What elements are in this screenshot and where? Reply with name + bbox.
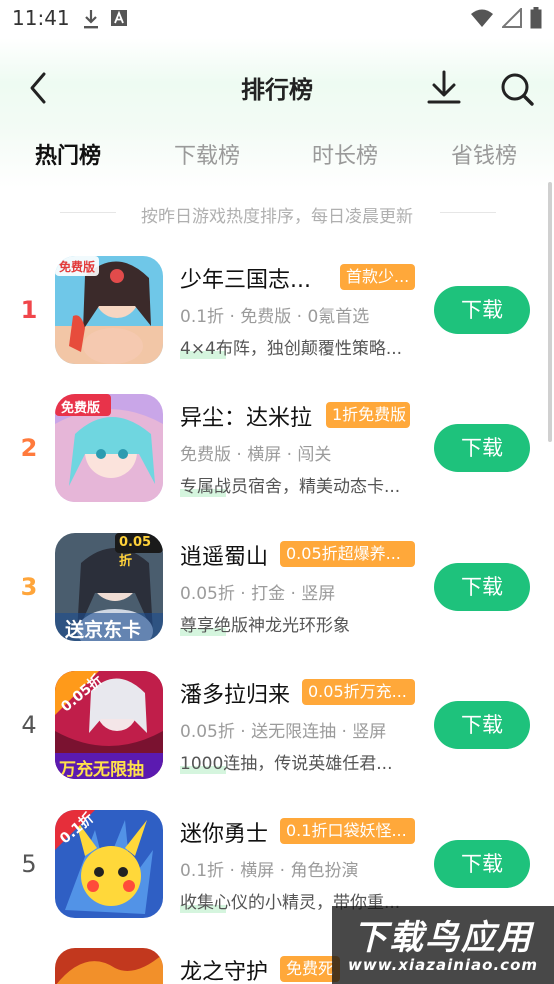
game-meta: 0.05折 · 打金 · 竖屏 xyxy=(180,584,336,604)
tab-label: 时长榜 xyxy=(312,144,379,169)
ranking-note-text: 按昨日游戏热度排序，每日凌晨更新 xyxy=(141,207,413,227)
icon-badge: 免费版 xyxy=(59,260,96,274)
game-icon[interactable]: 0.05折 送京东卡 xyxy=(55,533,163,641)
signal-icon xyxy=(500,6,522,32)
icon-caption: 万充无限抽 xyxy=(59,760,144,779)
game-icon[interactable] xyxy=(55,948,163,984)
rank-number: 5 xyxy=(21,850,37,878)
promo-tag: 0.1折口袋妖怪... xyxy=(280,818,415,844)
tab-savings[interactable]: 省钱榜 xyxy=(451,138,517,170)
ranking-tabs: 热门榜 下载榜 时长榜 省钱榜 xyxy=(0,130,554,180)
game-meta: 0.05折 · 送无限连抽 · 竖屏 xyxy=(180,722,387,742)
download-manager-button[interactable] xyxy=(424,68,464,108)
download-button[interactable]: 下载 xyxy=(434,424,530,472)
game-icon[interactable]: 0.05折 万充无限抽 xyxy=(55,671,163,779)
game-icon[interactable]: 0.1折 xyxy=(55,810,163,918)
game-list-item[interactable]: 3 0.05折 送京东卡 逍遥蜀山 0.05折超爆养... 0.05折 · 打金… xyxy=(0,531,554,651)
status-bar: 11:41 xyxy=(0,0,554,38)
game-meta: 0.1折 · 横屏 · 角色扮演 xyxy=(180,861,359,881)
promo-tag: 1折免费版 xyxy=(326,402,410,428)
game-description: 1000连抽，传说英雄任君... xyxy=(180,754,393,774)
tab-hot[interactable]: 热门榜 xyxy=(35,138,102,170)
header: 排行榜 xyxy=(0,60,554,116)
page-title: 排行榜 xyxy=(241,76,313,104)
scrollbar[interactable] xyxy=(548,182,552,442)
tab-downloads[interactable]: 下载榜 xyxy=(174,138,240,170)
download-button[interactable]: 下载 xyxy=(434,840,530,888)
game-list-item[interactable]: 4 0.05折 万充无限抽 潘多拉归来 0.05折万充... 0.05折 · 送… xyxy=(0,669,554,789)
tab-label: 热门榜 xyxy=(35,144,102,169)
game-name: 少年三国志... xyxy=(180,268,311,293)
game-name: 异尘：达米拉 xyxy=(180,406,313,431)
game-meta: 免费版 · 横屏 · 闯关 xyxy=(180,445,332,465)
search-icon xyxy=(501,73,534,106)
game-name: 龙之守护 xyxy=(180,960,269,984)
rank-number: 2 xyxy=(20,434,38,462)
rank-number: 4 xyxy=(21,711,37,739)
icon-badge: 0.05折 xyxy=(119,535,152,569)
rank-number: 3 xyxy=(20,573,38,601)
promo-tag: 免费死 xyxy=(280,956,340,982)
game-description: 专属战员宿舍，精美动态卡... xyxy=(180,477,401,497)
download-notification-icon xyxy=(82,8,100,34)
tab-playtime[interactable]: 时长榜 xyxy=(312,138,378,170)
download-button[interactable]: 下载 xyxy=(434,563,530,611)
game-description: 4×4布阵，独创颠覆性策略... xyxy=(180,339,403,359)
promo-tag: 首款少... xyxy=(340,264,415,290)
game-name: 潘多拉归来 xyxy=(180,683,291,708)
download-button[interactable]: 下载 xyxy=(434,701,530,749)
divider xyxy=(440,212,496,213)
watermark-title: 下载鸟应用 xyxy=(353,918,533,958)
watermark-logo: 下载鸟应用 www.xiazainiao.com xyxy=(332,906,554,984)
ranking-note: 按昨日游戏热度排序，每日凌晨更新 xyxy=(0,198,554,228)
download-icon xyxy=(427,70,461,104)
promo-tag: 0.05折万充... xyxy=(302,679,415,705)
status-time: 11:41 xyxy=(12,6,70,30)
promo-tag: 0.05折超爆养... xyxy=(280,541,415,567)
game-list-item[interactable]: 2 免费版 异尘：达米拉 1折免费版 免费版 · 横屏 · 闯关 专属战员宿舍，… xyxy=(0,392,554,512)
game-name: 迷你勇士 xyxy=(180,822,269,847)
app-notification-icon xyxy=(110,8,128,34)
download-button[interactable]: 下载 xyxy=(434,286,530,334)
icon-caption: 送京东卡 xyxy=(65,619,142,641)
battery-icon xyxy=(530,7,542,33)
game-meta: 0.1折 · 免费版 · 0氪首选 xyxy=(180,307,370,327)
game-icon[interactable]: 免费版 xyxy=(55,256,163,364)
game-icon[interactable]: 免费版 xyxy=(55,394,163,502)
watermark-url: www.xiazainiao.com xyxy=(347,956,539,974)
game-list-item[interactable]: 1 免费版 少年三国志... 首款少... 0.1折 · 免费版 · 0氪首选 … xyxy=(0,254,554,374)
tab-label: 省钱榜 xyxy=(451,144,518,169)
icon-badge: 免费版 xyxy=(61,401,101,416)
tab-label: 下载榜 xyxy=(174,144,241,169)
rank-number: 1 xyxy=(20,296,38,324)
game-description: 尊享绝版神龙光环形象 xyxy=(180,616,350,636)
game-name: 逍遥蜀山 xyxy=(180,545,269,570)
search-button[interactable] xyxy=(496,68,538,110)
wifi-icon xyxy=(470,8,494,32)
